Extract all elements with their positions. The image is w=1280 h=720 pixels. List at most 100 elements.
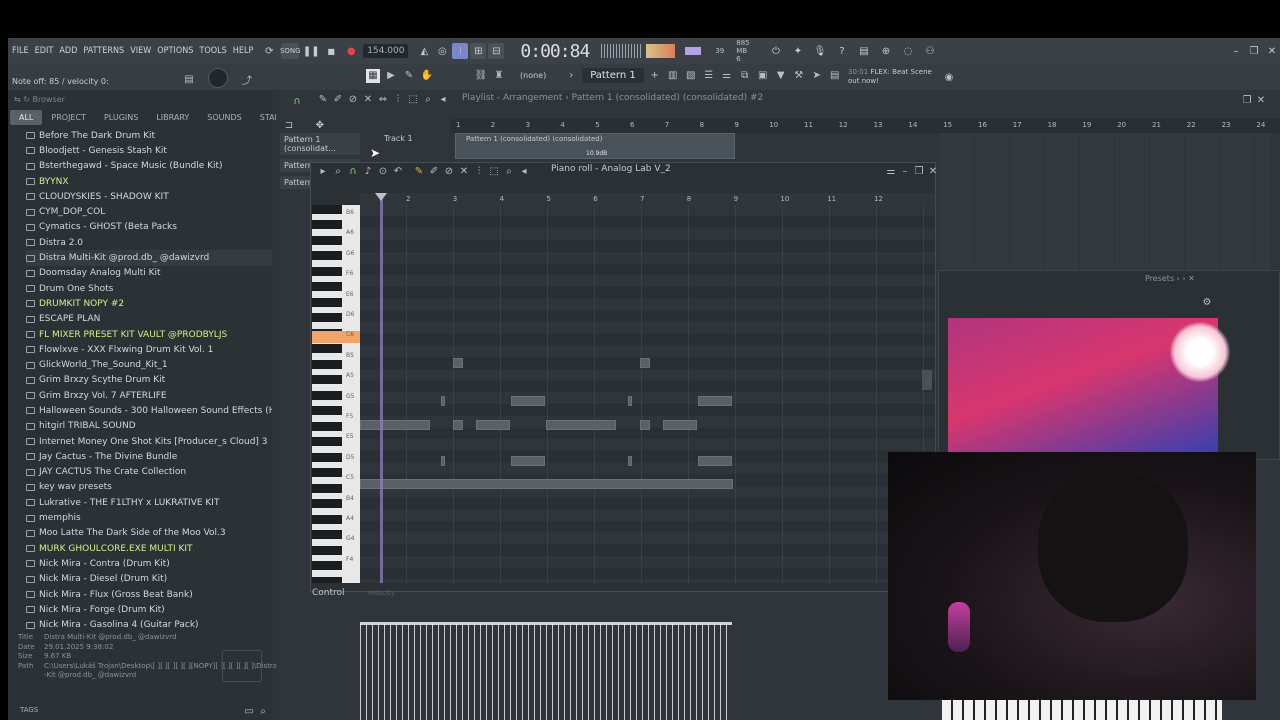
pr-target-icon[interactable]: ⊙ [376,164,390,178]
folder-item[interactable]: FL MIXER PRESET KIT VAULT @PRODBYLJS [26,327,272,342]
menu-view[interactable]: VIEW [130,46,151,56]
folder-item[interactable]: key wav presets [26,480,272,495]
plugin-db-icon[interactable]: ⧉ [738,69,752,83]
folder-item[interactable]: hitgirl TRIBAL SOUND [26,419,272,434]
presets-close-icon[interactable]: ✕ [1188,274,1195,283]
midi-note[interactable] [546,420,616,430]
menu-edit[interactable]: EDIT [35,46,54,56]
midi-note[interactable] [360,479,733,489]
folder-item[interactable]: Lukrative - THE F1LTHY x LUKRATIVE KIT [26,495,272,510]
play-pattern-icon[interactable]: ▶ [384,69,398,83]
playlist-close-icon[interactable]: ✕ [1254,93,1268,107]
menu-patterns[interactable]: PATTERNS [83,46,124,56]
refresh-icon[interactable]: ⟳ [261,43,277,59]
midi-note[interactable] [453,358,463,368]
channel-rack-icon[interactable]: ▧ [684,69,698,83]
playhead-marker-icon[interactable] [375,193,387,201]
folder-item[interactable]: CYM_DOP_COL [26,204,272,219]
pr-arrow-icon[interactable]: ▸ [316,164,330,178]
arrow-right-icon[interactable]: › [564,69,578,83]
mic-icon[interactable]: 🎙 [812,43,828,59]
folder-item[interactable]: Moo Latte The Dark Side of the Moo Vol.3 [26,526,272,541]
midi-note[interactable] [441,456,445,466]
pr-minimize-icon[interactable]: – [898,164,912,178]
blend-notes-button[interactable]: ⊞ [470,43,487,59]
presets-gear-icon[interactable]: ⚙ [1200,295,1214,309]
playhead[interactable] [380,193,383,583]
folder-add-icon[interactable]: ▭ [242,704,256,718]
knob-icon[interactable]: ▤ [182,72,196,86]
folder-item[interactable]: Nick Mira - Gasolina 4 (Guitar Pack) [26,618,272,633]
record-button[interactable]: ● [343,43,359,59]
pr-menu-icon[interactable]: ⚌ [884,164,898,178]
folder-item[interactable]: Nick Mira - Contra (Drum Kit) [26,556,272,571]
midi-note[interactable] [441,396,445,406]
undo-icon[interactable]: ⊐ [282,118,296,132]
folder-item[interactable]: DRUMKIT NOPY #2 [26,296,272,311]
folder-item[interactable]: Bsterthegawd - Space Music (Bundle Kit) [26,159,272,174]
pr-pencil-icon[interactable]: ✎ [412,164,426,178]
tempo-display[interactable]: 154.000 [363,44,409,58]
mixer-view-icon[interactable]: ☰ [702,69,716,83]
folder-item[interactable]: Jay Cactus - The Divine Bundle [26,449,272,464]
piano-roll-icon[interactable]: ▥ [666,69,680,83]
save-icon[interactable]: ▤ [856,43,872,59]
delete-tool-icon[interactable]: ⊘ [346,92,360,106]
folder-item[interactable]: Flowlxve - XXX Flxwing Drum Kit Vol. 1 [26,342,272,357]
tab-all[interactable]: ALL [10,110,43,125]
midi-note[interactable] [698,396,732,406]
slice-tool-icon[interactable]: ⫶ [391,92,405,106]
keyboard-icon[interactable]: ♜ [492,69,506,83]
master-volume-knob[interactable] [208,68,228,88]
close-icon[interactable]: ✕ [1264,43,1280,59]
zoom-tool-icon[interactable]: ⌕ [421,92,435,106]
menu-file[interactable]: FILE [12,46,29,56]
help-icon[interactable]: ? [834,43,850,59]
send-icon[interactable]: ➤ [810,69,824,83]
select-tool-icon[interactable]: ⬚ [406,92,420,106]
folder-item[interactable]: Halloween Sounds - 300 Halloween Sound E… [26,403,272,418]
folder-item[interactable]: Nick Mira - Forge (Drum Kit) [26,602,272,617]
mixer-icon[interactable]: ✦ [790,43,806,59]
menu-options[interactable]: OPTIONS [157,46,193,56]
folder-item[interactable]: Internet Money One Shot Kits [Producer_s… [26,434,272,449]
maximize-icon[interactable]: ❐ [1246,43,1262,59]
edison-icon[interactable]: ▼ [774,69,788,83]
store-icon[interactable]: ▤ [828,69,842,83]
midi-note[interactable] [360,420,430,430]
folder-item[interactable]: Before The Dark Drum Kit [26,128,272,143]
move-icon[interactable]: ✥ [313,118,327,132]
pr-mute-icon[interactable]: ✕ [457,164,471,178]
brush-tool-icon[interactable]: ✐ [331,92,345,106]
midi-note[interactable] [640,358,650,368]
playlist-view-icon[interactable]: ▦ [366,68,380,83]
pencil-tool-icon[interactable]: ✎ [316,92,330,106]
clipboard-icon[interactable]: ▣ [756,69,770,83]
news-panel[interactable]: 30:01 FLEX: Beat Scene out now! [848,68,932,86]
midi-note[interactable] [453,420,463,430]
folder-item[interactable]: CLOUDYSKIES - SHADOW KIT [26,189,272,204]
tab-library[interactable]: LIBRARY [147,110,198,125]
tags-label[interactable]: TAGS [20,706,38,714]
globe-icon[interactable]: ◉ [942,70,956,84]
chat-icon[interactable]: ◌ [900,43,916,59]
slip-tool-icon[interactable]: ⇔ [376,92,390,106]
midi-note[interactable] [640,420,650,430]
pattern-item-1[interactable]: Pattern 1 (consolidat... [280,133,360,155]
folder-item[interactable]: Distra 2.0 [26,235,272,250]
pr-brush-icon[interactable]: ✐ [427,164,441,178]
stop-button[interactable]: ■ [323,43,339,59]
piano-roll-scrollbar[interactable] [922,370,932,390]
pitch-icon[interactable]: ⤴ [240,72,254,87]
folder-item[interactable]: ESCAPE PLAN [26,312,272,327]
link-icon[interactable]: ⛓ [474,69,488,83]
magnet-icon[interactable]: ∩ [290,94,304,108]
folder-item[interactable]: Drum One Shots [26,281,272,296]
mute-tool-icon[interactable]: ✕ [361,92,375,106]
folder-item[interactable]: GlickWorld_The_Sound_Kit_1 [26,357,272,372]
menu-help[interactable]: HELP [233,46,254,56]
midi-note[interactable] [663,420,697,430]
tools-icon[interactable]: ⚒ [792,69,806,83]
pr-select-icon[interactable]: ⬚ [487,164,501,178]
midi-note[interactable] [511,396,545,406]
